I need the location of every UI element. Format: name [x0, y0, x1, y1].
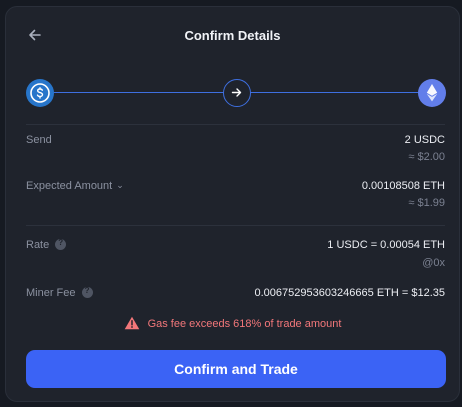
- rate-row-label: Rate: [26, 238, 67, 251]
- rate-value: 1 USDC = 0.00054 ETH: [327, 239, 445, 251]
- divider: [26, 225, 445, 226]
- send-usd-value: ≈ $2.00: [408, 151, 445, 163]
- expected-usd-value: ≈ $1.99: [408, 197, 445, 209]
- expected-amount-toggle[interactable]: Expected Amount ⌄: [26, 180, 124, 192]
- header: Confirm Details: [6, 7, 459, 65]
- warning-icon: [124, 316, 139, 330]
- chevron-down-icon: ⌄: [116, 180, 124, 190]
- usdc-icon: [26, 79, 54, 107]
- progress-stepper: [26, 79, 446, 107]
- eth-icon: [418, 79, 446, 107]
- divider: [26, 124, 445, 125]
- send-label: Send: [26, 134, 52, 146]
- page-title: Confirm Details: [184, 28, 281, 43]
- confirm-and-trade-button[interactable]: Confirm and Trade: [26, 350, 446, 388]
- help-icon[interactable]: [81, 286, 93, 298]
- expected-amount-label: Expected Amount: [26, 180, 113, 192]
- warning-text: Gas fee exceeds 618% of trade amount: [147, 318, 342, 330]
- expected-amount-value: 0.00108508 ETH: [361, 180, 445, 192]
- rate-source: @0x: [422, 257, 445, 269]
- miner-fee-row-label: Miner Fee: [26, 286, 93, 299]
- send-value: 2 USDC: [404, 134, 445, 146]
- miner-fee-label: Miner Fee: [26, 287, 76, 299]
- confirm-details-card: Confirm Details Send 2 USDC ≈ $2.00 Expe…: [5, 6, 460, 402]
- miner-fee-value: 0.006752953603246665 ETH = $12.35: [254, 287, 445, 299]
- arrow-right-icon: [223, 79, 251, 107]
- help-icon[interactable]: [55, 238, 67, 250]
- rate-label: Rate: [26, 239, 50, 251]
- gas-fee-warning: Gas fee exceeds 618% of trade amount: [6, 316, 459, 330]
